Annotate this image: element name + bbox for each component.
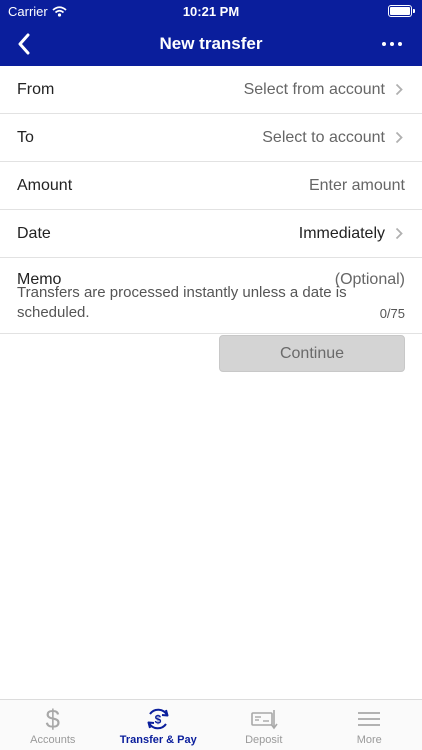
status-time: 10:21 PM xyxy=(182,4,240,19)
transfer-info-text: Transfers are processed instantly unless… xyxy=(17,284,347,321)
from-label: From xyxy=(17,80,55,98)
page-title: New transfer xyxy=(159,34,263,53)
amount-input[interactable]: Enter amount xyxy=(309,177,405,195)
status-bar: Carrier 10:21 PM xyxy=(0,0,422,22)
svg-text:$: $ xyxy=(155,713,162,727)
tab-accounts[interactable]: $ Accounts xyxy=(0,700,106,750)
nav-bar: New transfer xyxy=(0,22,422,66)
tab-bar: $ Accounts $ Transfer & Pay Deposit More xyxy=(0,699,422,750)
battery-icon xyxy=(388,5,415,17)
to-account-value: Select to account xyxy=(262,128,385,146)
dollar-icon: $ xyxy=(45,704,60,734)
transfer-pay-icon: $ xyxy=(144,705,172,733)
tab-more[interactable]: More xyxy=(317,700,422,750)
from-account-value: Select from account xyxy=(243,80,385,98)
tab-accounts-label: Accounts xyxy=(30,734,76,746)
to-label: To xyxy=(17,128,34,146)
date-label: Date xyxy=(17,224,51,242)
tab-transfer-pay-label: Transfer & Pay xyxy=(119,734,197,746)
from-account-row[interactable]: From Select from account xyxy=(0,66,422,114)
date-row[interactable]: Date Immediately xyxy=(0,210,422,258)
tab-more-label: More xyxy=(356,734,382,746)
transfer-screen: Carrier 10:21 PM New transfer From Selec… xyxy=(0,0,422,750)
chevron-right-icon xyxy=(395,227,405,240)
continue-button[interactable]: Continue xyxy=(219,335,405,372)
tab-deposit-label: Deposit xyxy=(245,734,283,746)
memo-char-counter: 0/75 xyxy=(379,306,405,321)
chevron-right-icon xyxy=(395,131,405,144)
tab-deposit[interactable]: Deposit xyxy=(211,700,317,750)
tab-transfer-pay[interactable]: $ Transfer & Pay xyxy=(106,700,212,750)
header: Carrier 10:21 PM New transfer xyxy=(0,0,422,66)
more-dots-icon xyxy=(382,42,386,46)
amount-label: Amount xyxy=(17,176,73,194)
menu-icon xyxy=(357,705,381,733)
more-options-button[interactable] xyxy=(374,28,410,60)
deposit-check-icon xyxy=(250,705,278,733)
chevron-right-icon xyxy=(395,83,405,96)
amount-row[interactable]: Amount Enter amount xyxy=(0,162,422,210)
to-account-row[interactable]: To Select to account xyxy=(0,114,422,162)
date-value: Immediately xyxy=(298,224,385,242)
